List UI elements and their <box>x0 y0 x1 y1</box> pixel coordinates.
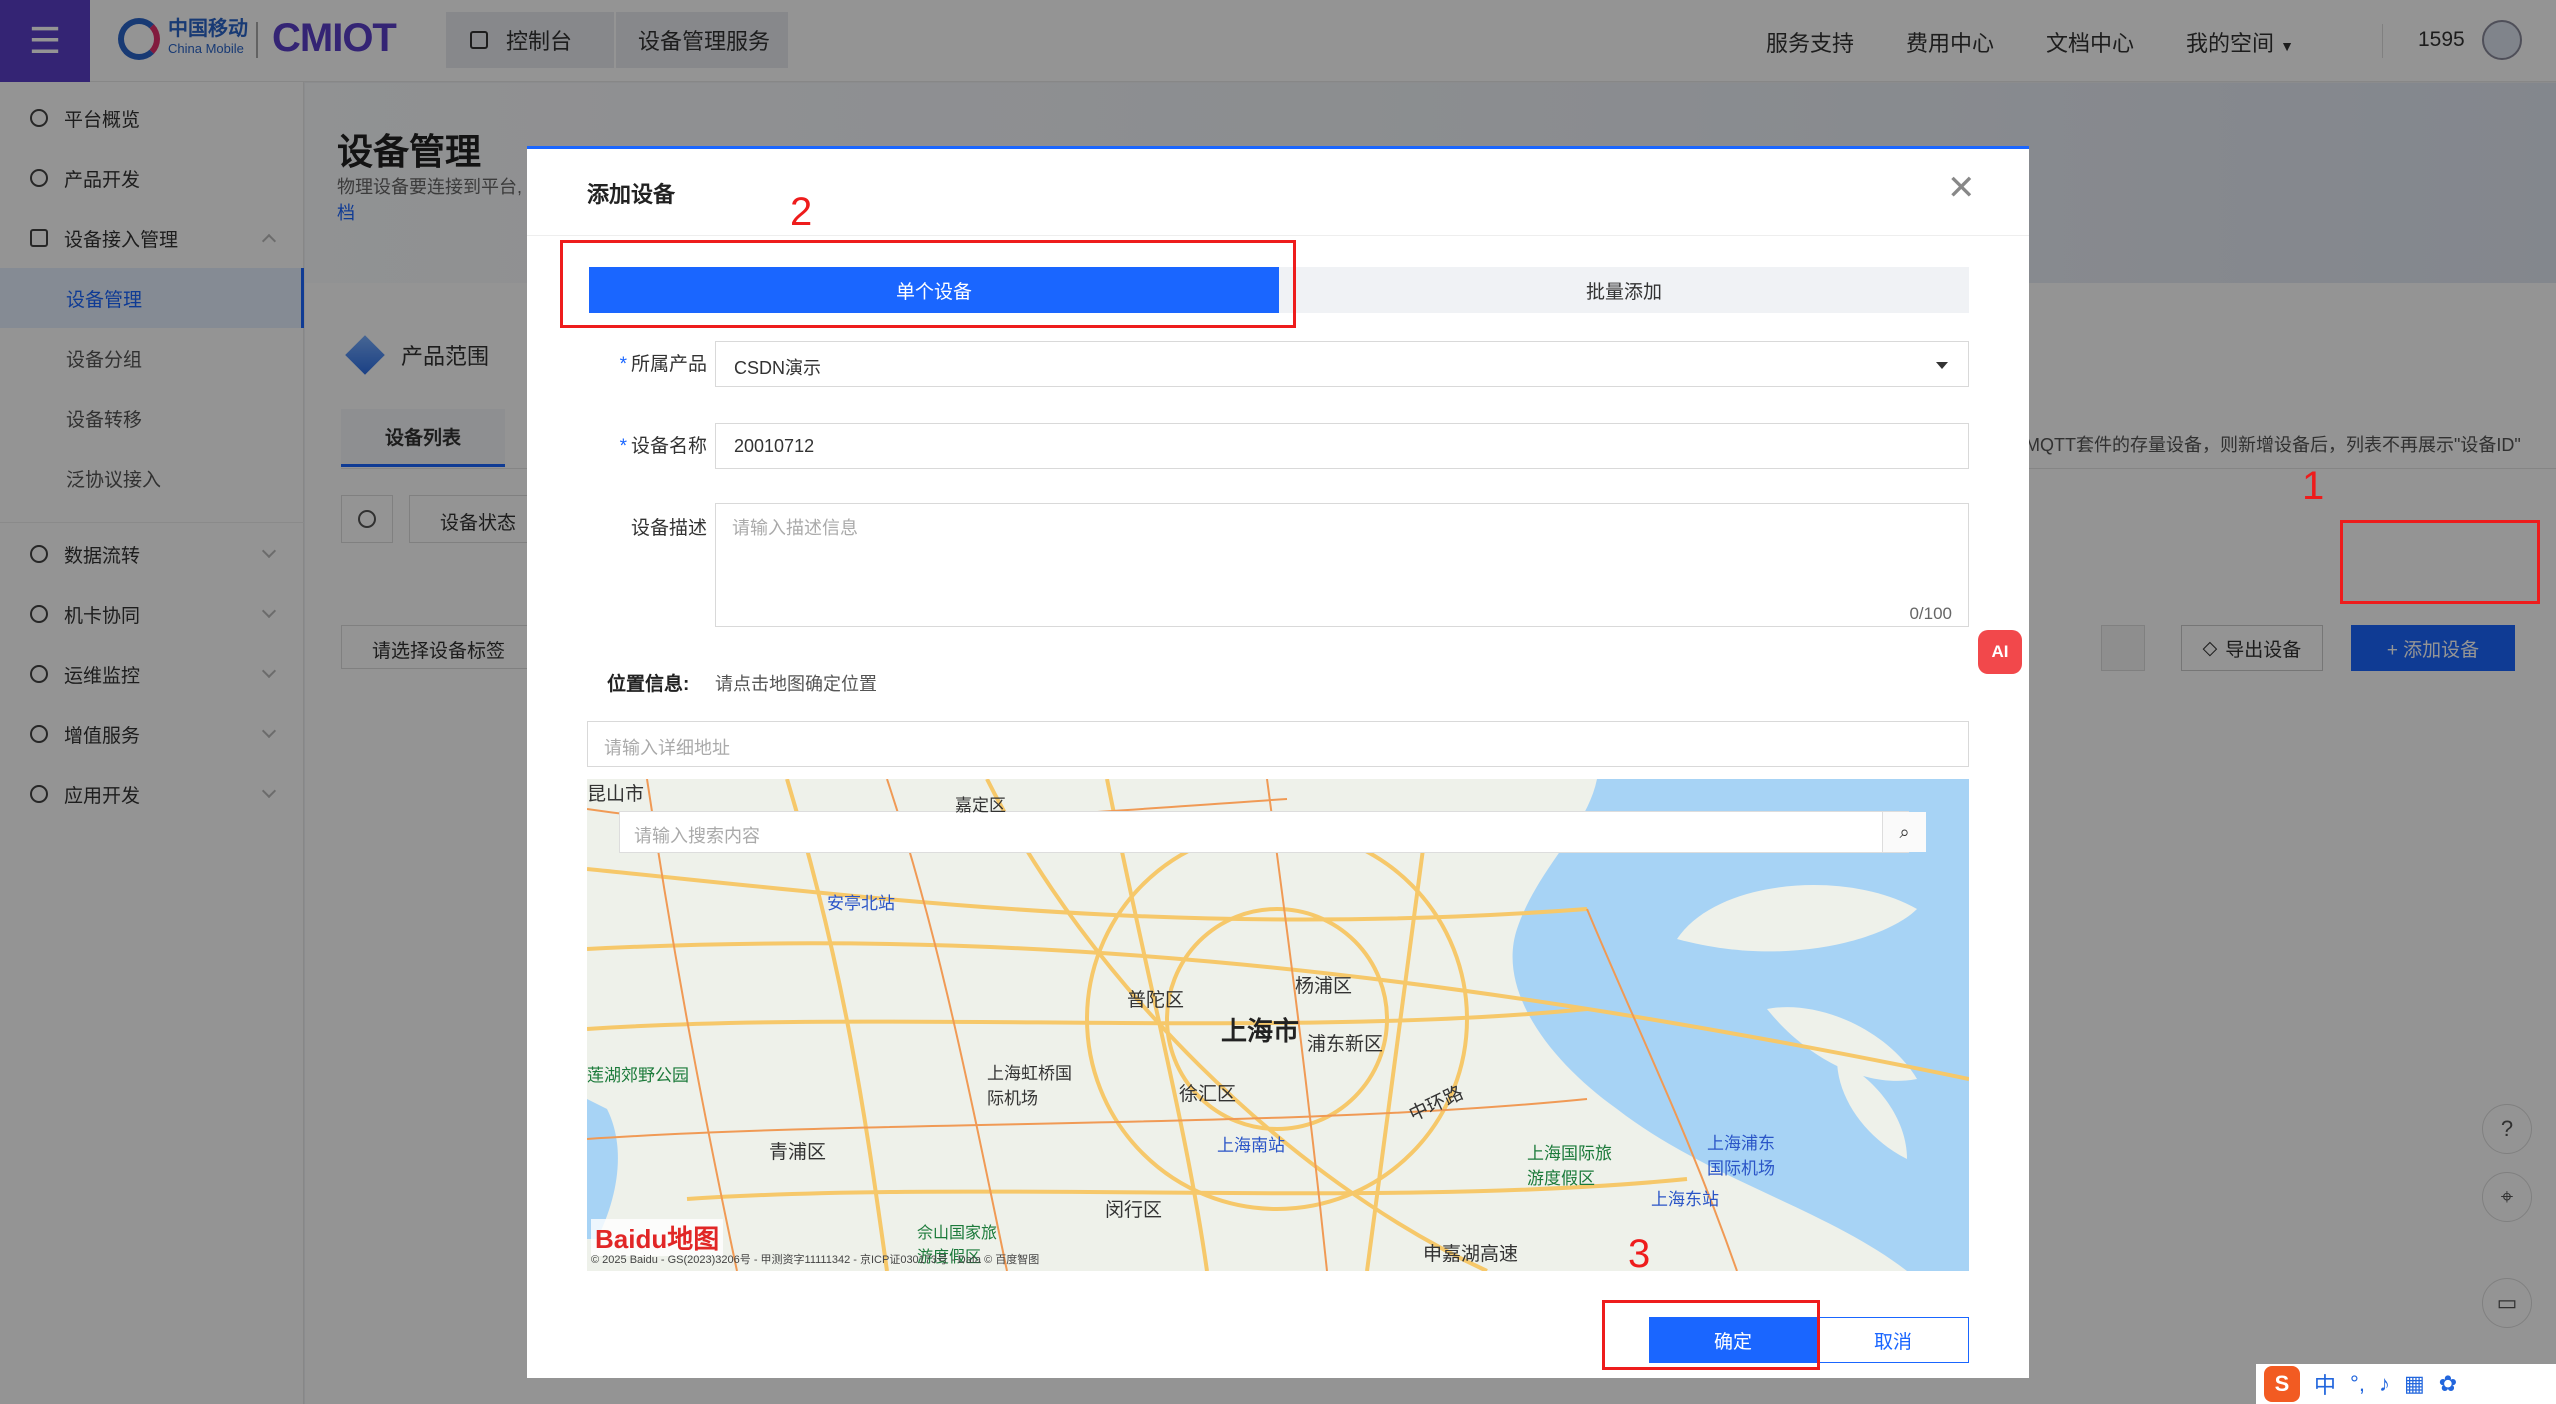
map-label-hongqiao: 上海虹桥国际机场 <box>987 1064 1072 1108</box>
ime-mode[interactable]: 中 <box>2314 1368 2336 1400</box>
annotation-number-3: 3 <box>1628 1232 1651 1276</box>
add-device-modal: 添加设备 ✕ 单个设备 批量添加 * 所属产品 CSDN演示 * 设备名称 2001… <box>527 146 2029 1378</box>
caret-down-icon <box>1936 362 1948 369</box>
modal-title: 添加设备 <box>587 182 676 207</box>
map[interactable]: 请输入搜索内容 ⌕ 昆山市 嘉定区 安亭北站 普陀区 杨浦区 上海市 浦东新区 … <box>587 779 1969 1271</box>
modal-divider <box>527 235 2029 236</box>
char-counter: 0/100 <box>1909 604 1952 623</box>
map-label-south-station: 上海南站 <box>1217 1136 1285 1155</box>
map-label-shenjia: 申嘉湖高速 <box>1423 1244 1519 1265</box>
map-label-qingpu: 青浦区 <box>769 1142 827 1163</box>
cancel-button[interactable]: 取消 <box>1817 1317 1969 1363</box>
product-select[interactable]: CSDN演示 <box>715 341 1969 387</box>
location-hint: 请点击地图确定位置 <box>715 674 877 694</box>
product-label: * 所属产品 <box>619 354 707 375</box>
ai-assistant-icon[interactable]: AI <box>1978 630 2022 674</box>
annotation-number-2: 2 <box>790 190 813 234</box>
map-label-anting: 安亭北站 <box>827 894 895 913</box>
skin-icon[interactable]: ✿ <box>2439 1371 2457 1397</box>
map-label-lianhu-park: 莲湖郊野公园 <box>587 1066 689 1085</box>
search-icon[interactable]: ⌕ <box>1882 812 1926 852</box>
device-name-input[interactable]: 20010712 <box>715 423 1969 469</box>
map-label-xuhui: 徐汇区 <box>1179 1084 1237 1105</box>
annotation-box-1 <box>2340 520 2540 604</box>
map-label-east-station: 上海东站 <box>1651 1190 1719 1209</box>
mic-icon[interactable]: ♪ <box>2379 1371 2390 1397</box>
ime-toolbar[interactable]: S 中 °, ♪ ▦ ✿ <box>2256 1364 2556 1404</box>
annotation-box-3 <box>1602 1300 1820 1370</box>
address-input[interactable]: 请输入详细地址 <box>587 721 1969 767</box>
device-desc-label: 设备描述 <box>630 518 707 539</box>
map-label-resort: 上海国际旅游度假区 <box>1527 1144 1612 1188</box>
annotation-box-2 <box>560 240 1296 328</box>
sogou-icon: S <box>2264 1366 2300 1402</box>
map-label-putuo: 普陀区 <box>1127 990 1185 1011</box>
punctuation-icon[interactable]: °, <box>2350 1371 2365 1397</box>
tab-batch-add[interactable]: 批量添加 <box>1279 267 1969 313</box>
device-name-label: * 设备名称 <box>619 436 707 457</box>
map-copyright: © 2025 Baidu - GS(2023)3206号 - 甲测资字11111… <box>591 1254 1040 1266</box>
map-label-yangpu: 杨浦区 <box>1295 976 1353 997</box>
map-label-jiading: 嘉定区 <box>955 796 1006 815</box>
location-label: 位置信息: <box>607 674 690 695</box>
device-desc-input[interactable]: 请输入描述信息 0/100 <box>715 503 1969 627</box>
map-label-pudong: 浦东新区 <box>1307 1034 1384 1055</box>
keyboard-icon[interactable]: ▦ <box>2404 1371 2425 1397</box>
map-label-kunshan: 昆山市 <box>587 784 645 805</box>
map-label-pudong-airport: 上海浦东国际机场 <box>1707 1134 1775 1178</box>
map-search-input[interactable]: 请输入搜索内容 ⌕ <box>619 811 1926 853</box>
map-label-shanghai: 上海市 <box>1221 1016 1300 1046</box>
close-icon[interactable]: ✕ <box>1947 171 1976 205</box>
map-label-minhang: 闵行区 <box>1105 1200 1163 1221</box>
annotation-number-1: 1 <box>2302 464 2325 508</box>
